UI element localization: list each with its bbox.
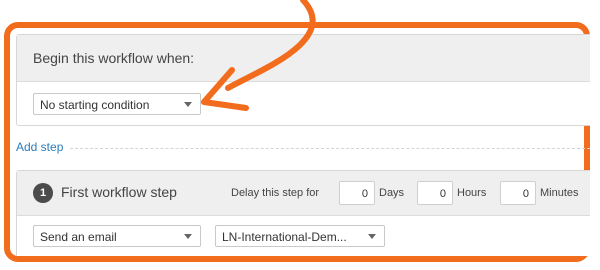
starting-condition-value: No starting condition <box>40 98 150 112</box>
days-input[interactable]: 0 <box>339 181 375 205</box>
step-action-select[interactable]: Send an email <box>33 225 201 247</box>
starting-condition-select[interactable]: No starting condition <box>33 93 201 115</box>
trigger-card: Begin this workflow when: No starting co… <box>16 34 590 126</box>
delay-label: Delay this step for <box>231 187 320 199</box>
step-header: 1 First workflow step Delay this step fo… <box>17 171 590 216</box>
trigger-heading: Begin this workflow when: <box>17 35 590 82</box>
chevron-down-icon <box>184 102 192 107</box>
email-template-value: LN-International-Dem... <box>222 230 347 244</box>
chevron-down-icon <box>184 234 192 239</box>
step-title: First workflow step <box>61 184 177 200</box>
add-step-row: Add step <box>16 140 590 156</box>
email-template-select[interactable]: LN-International-Dem... <box>215 225 385 247</box>
days-label: Days <box>379 187 405 199</box>
workflow-editor: Begin this workflow when: No starting co… <box>16 34 590 256</box>
add-step-divider <box>70 148 590 149</box>
hours-input[interactable]: 0 <box>417 181 453 205</box>
minutes-label: Minutes <box>540 187 579 199</box>
minutes-input[interactable]: 0 <box>500 181 536 205</box>
add-step-link[interactable]: Add step <box>16 140 63 154</box>
step-action-value: Send an email <box>40 230 117 244</box>
workflow-step-card: 1 First workflow step Delay this step fo… <box>16 170 590 256</box>
chevron-down-icon <box>368 234 376 239</box>
step-number-badge: 1 <box>33 183 53 203</box>
hours-label: Hours <box>457 187 487 199</box>
